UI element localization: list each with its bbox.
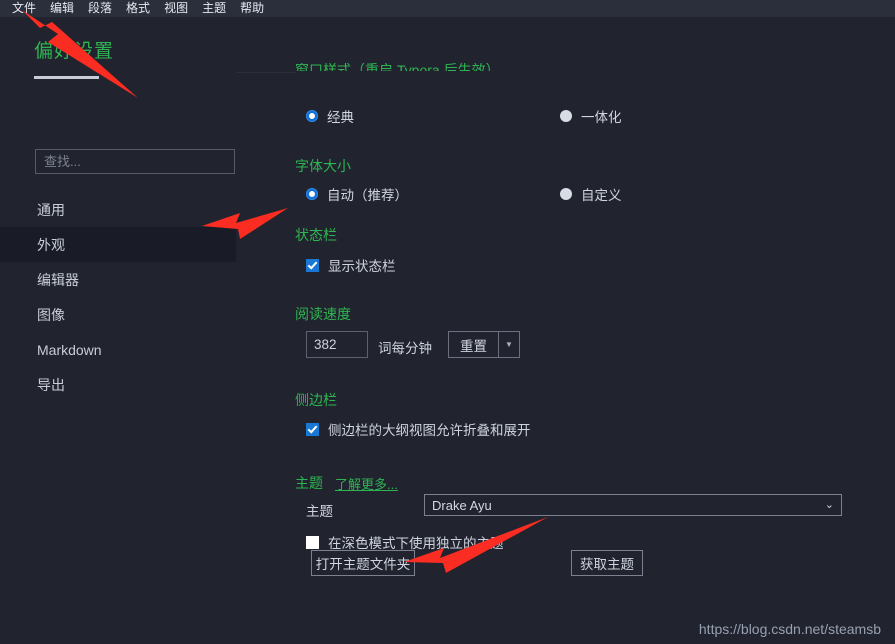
checkbox-outline-collapsible[interactable]: 侧边栏的大纲视图允许折叠和展开 [306,419,531,439]
radio-window-style-classic[interactable]: 经典 [306,106,354,126]
sidebar-item-export[interactable]: 导出 [0,367,236,402]
sidebar-item-label: 编辑器 [37,271,79,288]
chevron-down-icon[interactable]: ▼ [498,332,519,357]
radio-indicator-icon [306,188,318,200]
theme-field-label: 主题 [306,504,333,519]
menu-theme[interactable]: 主题 [195,0,233,17]
reading-speed-input-wrapper[interactable] [306,331,368,358]
checkbox-indicator-icon [306,422,319,436]
menu-format[interactable]: 格式 [119,0,157,17]
status-bar-heading: 状态栏 [295,227,337,243]
sidebar-item-general[interactable]: 通用 [0,192,236,227]
menu-paragraph[interactable]: 段落 [81,0,119,17]
sidebar-item-editor[interactable]: 编辑器 [0,262,236,297]
title-underline [34,76,99,79]
page-title: 偏好设置 [34,41,115,62]
learn-more-link[interactable]: 了解更多... [335,474,398,493]
reading-speed-unit-label: 词每分钟 [378,341,432,356]
theme-heading: 主题 [295,475,323,491]
font-size-heading: 字体大小 [295,158,351,174]
reading-speed-input[interactable] [307,332,367,357]
theme-select[interactable]: Drake Ayu ⌄ [424,494,842,516]
menu-view[interactable]: 视图 [157,0,195,17]
radio-font-size-auto[interactable]: 自动（推荐） [306,184,408,204]
menu-help[interactable]: 帮助 [233,0,271,17]
checkbox-indicator-icon [306,535,319,549]
radio-indicator-icon [560,110,572,122]
theme-select-value: Drake Ayu [432,497,492,513]
sidebar-section-heading: 侧边栏 [295,392,337,408]
preferences-window: 偏好设置 通用 外观 编辑器 图像 Markdown 导出 [0,17,895,644]
sidebar-item-label: 图像 [37,306,65,323]
reading-speed-heading: 阅读速度 [295,306,351,322]
radio-font-size-custom[interactable]: 自定义 [560,184,622,204]
watermark-text: https://blog.csdn.net/steamsb [698,621,881,637]
preferences-sidebar: 偏好设置 通用 外观 编辑器 图像 Markdown 导出 [0,17,275,644]
radio-window-style-unified[interactable]: 一体化 [560,106,622,126]
sidebar-item-image[interactable]: 图像 [0,297,236,332]
sidebar-item-label: Markdown [37,341,102,358]
menu-edit[interactable]: 编辑 [43,0,81,17]
sidebar-item-label: 通用 [37,201,65,218]
sidebar-nav-list: 通用 外观 编辑器 图像 Markdown 导出 [0,192,236,402]
open-theme-folder-button[interactable]: 打开主题文件夹 [311,550,415,576]
reset-button[interactable]: 重置 [449,332,498,357]
sidebar-item-markdown[interactable]: Markdown [0,332,236,367]
settings-content: 窗口样式（重启 Typora 后生效） 经典 一体化 字体大小 自动（推荐） 自… [276,17,895,644]
search-input-wrapper[interactable] [35,149,235,174]
reading-speed-reset-split-button[interactable]: 重置 ▼ [448,331,520,358]
sidebar-item-label: 导出 [37,376,65,393]
checkbox-show-status-bar[interactable]: 显示状态栏 [306,255,396,275]
get-theme-button[interactable]: 获取主题 [571,550,643,576]
checkbox-indicator-icon [306,258,319,272]
menu-bar: 文件 编辑 段落 格式 视图 主题 帮助 [0,0,895,17]
checkbox-separate-dark-theme[interactable]: 在深色模式下使用独立的主题 [306,532,504,552]
radio-indicator-icon [306,110,318,122]
search-input[interactable] [36,150,234,173]
window-style-heading: 窗口样式（重启 Typora 后生效） [295,63,500,71]
sidebar-item-appearance[interactable]: 外观 [0,227,236,262]
sidebar-item-label: 外观 [37,236,65,253]
chevron-down-icon: ⌄ [824,498,834,511]
radio-indicator-icon [560,188,572,200]
menu-file[interactable]: 文件 [5,0,43,17]
